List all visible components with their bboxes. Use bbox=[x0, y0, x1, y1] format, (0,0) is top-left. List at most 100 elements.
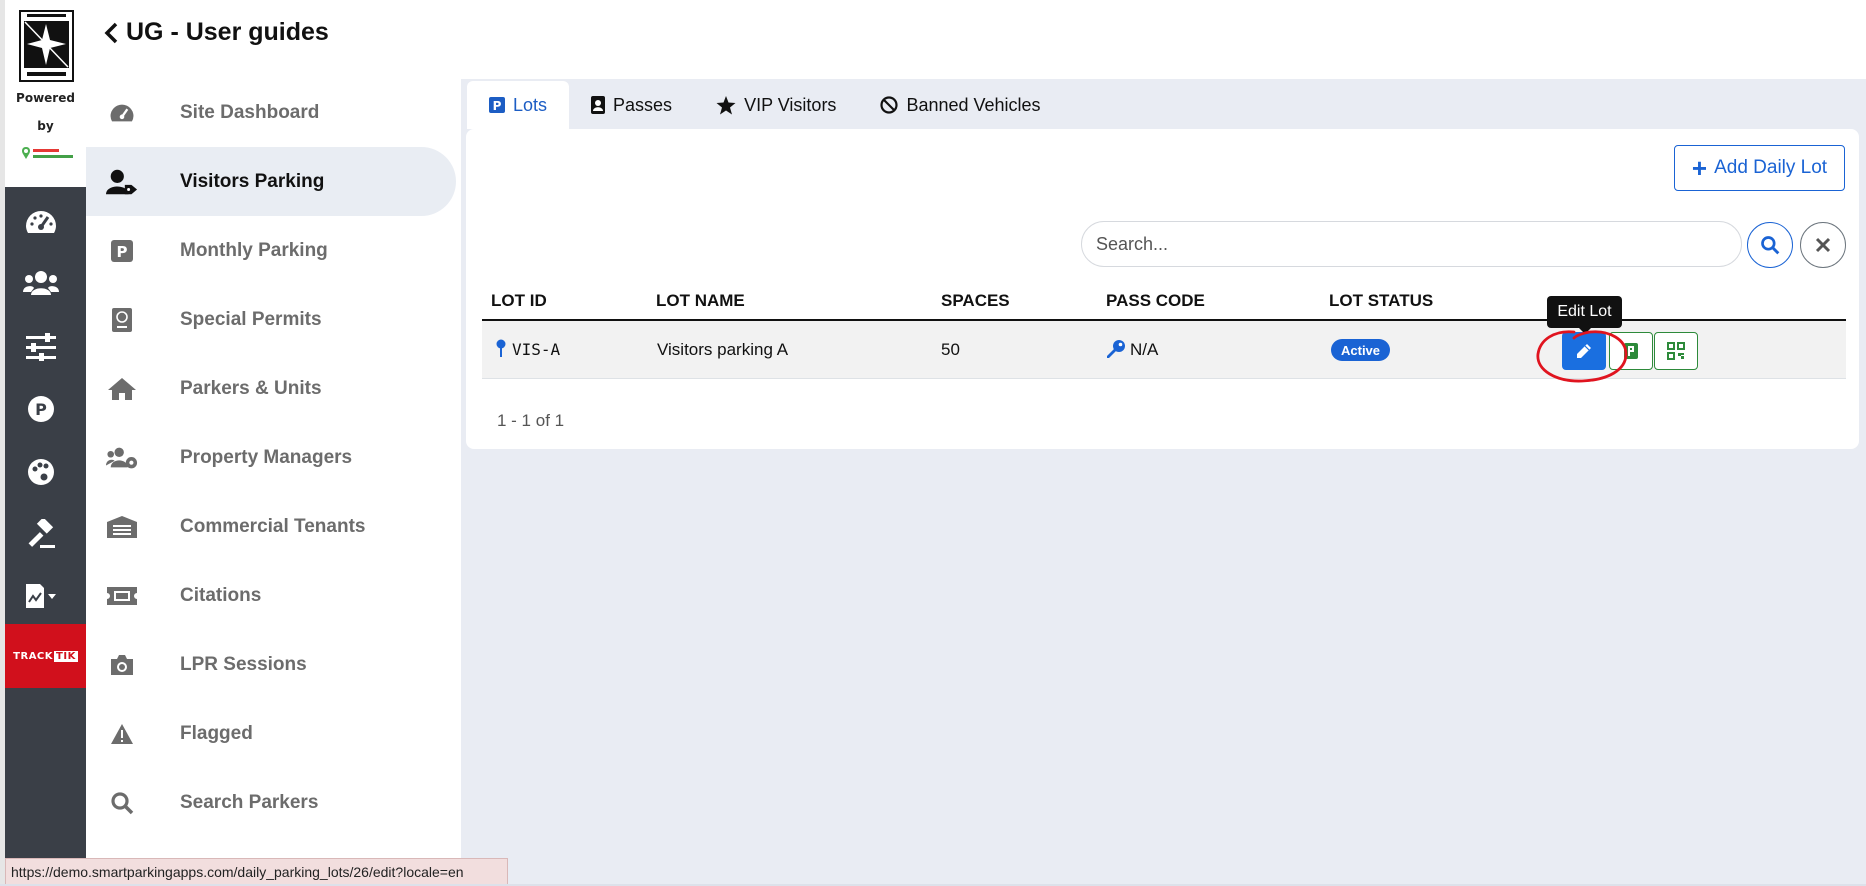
sidebar-item-label: Site Dashboard bbox=[180, 101, 320, 123]
user-tag-icon bbox=[106, 168, 138, 196]
tab-passes[interactable]: Passes bbox=[569, 81, 694, 129]
parking-square-icon bbox=[1624, 343, 1638, 359]
status-badge: Active bbox=[1331, 339, 1391, 361]
edit-lot-button[interactable] bbox=[1562, 332, 1606, 370]
tab-bar: P Lots Passes VIP Visitors Banned Vehicl… bbox=[467, 81, 1063, 129]
sidebar-item-label: Citations bbox=[180, 584, 262, 606]
qr-code-button[interactable] bbox=[1654, 332, 1698, 370]
users-cog-icon bbox=[106, 444, 138, 472]
lots-card: + Add Daily Lot LOT ID LOT NAME SPACES P… bbox=[466, 129, 1859, 449]
svg-text:P: P bbox=[493, 99, 502, 113]
parking-icon[interactable]: P bbox=[21, 391, 61, 427]
column-header-pass-code[interactable]: PASS CODE bbox=[1106, 291, 1205, 311]
id-badge-icon bbox=[591, 96, 606, 114]
smart-parking-logo bbox=[22, 147, 73, 159]
star-icon bbox=[716, 95, 736, 115]
add-daily-lot-button[interactable]: + Add Daily Lot bbox=[1674, 145, 1845, 191]
pencil-icon bbox=[1577, 344, 1591, 358]
palette-icon[interactable] bbox=[21, 454, 61, 490]
plus-icon: + bbox=[1691, 153, 1708, 183]
sliders-icon[interactable] bbox=[21, 329, 61, 365]
tab-vip-visitors[interactable]: VIP Visitors bbox=[694, 81, 858, 129]
powered-label: Powered bbox=[16, 91, 75, 105]
search-icon bbox=[1761, 236, 1780, 255]
icon-rail: Powered by P TRACK TIK bbox=[5, 0, 86, 886]
sidebar-item-label: Search Parkers bbox=[180, 791, 319, 813]
table-row: VIS-A Visitors parking A 50 N/A Active bbox=[482, 321, 1846, 379]
browser-status-url: https://demo.smartparkingapps.com/daily_… bbox=[5, 858, 508, 886]
tooltip-arrow bbox=[1579, 328, 1591, 334]
tab-label: VIP Visitors bbox=[744, 94, 837, 115]
pass-code-cell: N/A bbox=[1130, 340, 1159, 359]
sidebar: UG - User guides Site Dashboard Visitors… bbox=[86, 0, 461, 886]
sidebar-item-label: Special Permits bbox=[180, 308, 322, 330]
speedometer-icon bbox=[106, 99, 138, 127]
parking-icon: P bbox=[106, 237, 138, 265]
search-input[interactable] bbox=[1081, 221, 1742, 267]
sidebar-item-search-parkers[interactable]: Search Parkers bbox=[86, 768, 456, 837]
parking-square-icon: P bbox=[489, 97, 505, 113]
camera-icon bbox=[106, 651, 138, 679]
sidebar-item-special-permits[interactable]: Special Permits bbox=[86, 285, 456, 354]
response-security-logo bbox=[19, 10, 74, 82]
tab-label: Lots bbox=[513, 94, 548, 115]
close-icon bbox=[1815, 237, 1831, 253]
sidebar-item-lpr-sessions[interactable]: LPR Sessions bbox=[86, 630, 456, 699]
qr-code-icon bbox=[1667, 342, 1685, 360]
lot-pass-button[interactable] bbox=[1609, 332, 1653, 370]
sidebar-item-monthly-parking[interactable]: P Monthly Parking bbox=[86, 216, 456, 285]
pagination-info: 1 - 1 of 1 bbox=[497, 411, 565, 430]
gavel-icon[interactable] bbox=[21, 516, 61, 552]
page-title: UG - User guides bbox=[126, 18, 329, 46]
file-signature-icon[interactable] bbox=[21, 578, 61, 614]
spaces-cell: 50 bbox=[941, 340, 960, 359]
sidebar-item-parkers-units[interactable]: Parkers & Units bbox=[86, 354, 456, 423]
svg-text:P: P bbox=[117, 243, 128, 261]
sidebar-item-flagged[interactable]: Flagged bbox=[86, 699, 456, 768]
column-header-spaces[interactable]: SPACES bbox=[941, 291, 1010, 311]
tab-label: Passes bbox=[613, 94, 673, 115]
lot-name-cell: Visitors parking A bbox=[657, 340, 789, 359]
tracktik-text-highlight: TIK bbox=[54, 650, 78, 662]
brand-area: Powered by bbox=[5, 0, 86, 187]
speedometer-icon[interactable] bbox=[21, 204, 61, 240]
home-icon bbox=[106, 375, 138, 403]
lot-id-cell[interactable]: VIS-A bbox=[512, 340, 560, 359]
tracktik-text: TRACK bbox=[13, 650, 54, 662]
key-icon bbox=[1106, 339, 1126, 364]
column-header-lot-id[interactable]: LOT ID bbox=[491, 291, 547, 311]
passport-icon bbox=[106, 306, 138, 334]
sidebar-item-label: Property Managers bbox=[180, 446, 353, 468]
main-content: P Lots Passes VIP Visitors Banned Vehicl… bbox=[461, 79, 1866, 886]
chevron-left-icon bbox=[104, 22, 118, 43]
search-icon bbox=[106, 789, 138, 817]
sidebar-item-label: Flagged bbox=[180, 722, 253, 744]
ban-icon bbox=[880, 96, 899, 114]
warehouse-icon bbox=[106, 513, 138, 541]
sidebar-item-label: Visitors Parking bbox=[180, 170, 325, 192]
by-label: by bbox=[37, 119, 54, 133]
sidebar-item-visitors-parking[interactable]: Visitors Parking bbox=[86, 147, 456, 216]
sidebar-item-label: LPR Sessions bbox=[180, 653, 307, 675]
tab-lots[interactable]: P Lots bbox=[467, 81, 570, 129]
svg-text:P: P bbox=[35, 400, 47, 419]
sidebar-item-label: Parkers & Units bbox=[180, 377, 322, 399]
column-header-lot-name[interactable]: LOT NAME bbox=[656, 291, 745, 311]
back-link[interactable]: UG - User guides bbox=[104, 18, 329, 47]
sidebar-item-citations[interactable]: Citations bbox=[86, 561, 456, 630]
tab-label: Banned Vehicles bbox=[906, 94, 1041, 115]
edit-lot-tooltip: Edit Lot bbox=[1547, 296, 1622, 328]
users-icon[interactable] bbox=[21, 265, 61, 301]
sidebar-item-property-managers[interactable]: Property Managers bbox=[86, 423, 456, 492]
sidebar-item-label: Commercial Tenants bbox=[180, 515, 366, 537]
sidebar-item-commercial-tenants[interactable]: Commercial Tenants bbox=[86, 492, 456, 561]
clear-search-button[interactable] bbox=[1800, 222, 1846, 268]
sidebar-item-label: Monthly Parking bbox=[180, 239, 328, 261]
sidebar-item-site-dashboard[interactable]: Site Dashboard bbox=[86, 78, 456, 147]
add-daily-lot-label: Add Daily Lot bbox=[1714, 157, 1828, 178]
column-header-lot-status[interactable]: LOT STATUS bbox=[1329, 291, 1433, 311]
tab-banned-vehicles[interactable]: Banned Vehicles bbox=[858, 81, 1062, 129]
map-pin-icon bbox=[496, 339, 506, 362]
tracktik-logo[interactable]: TRACK TIK bbox=[5, 624, 86, 688]
search-button[interactable] bbox=[1747, 222, 1793, 268]
